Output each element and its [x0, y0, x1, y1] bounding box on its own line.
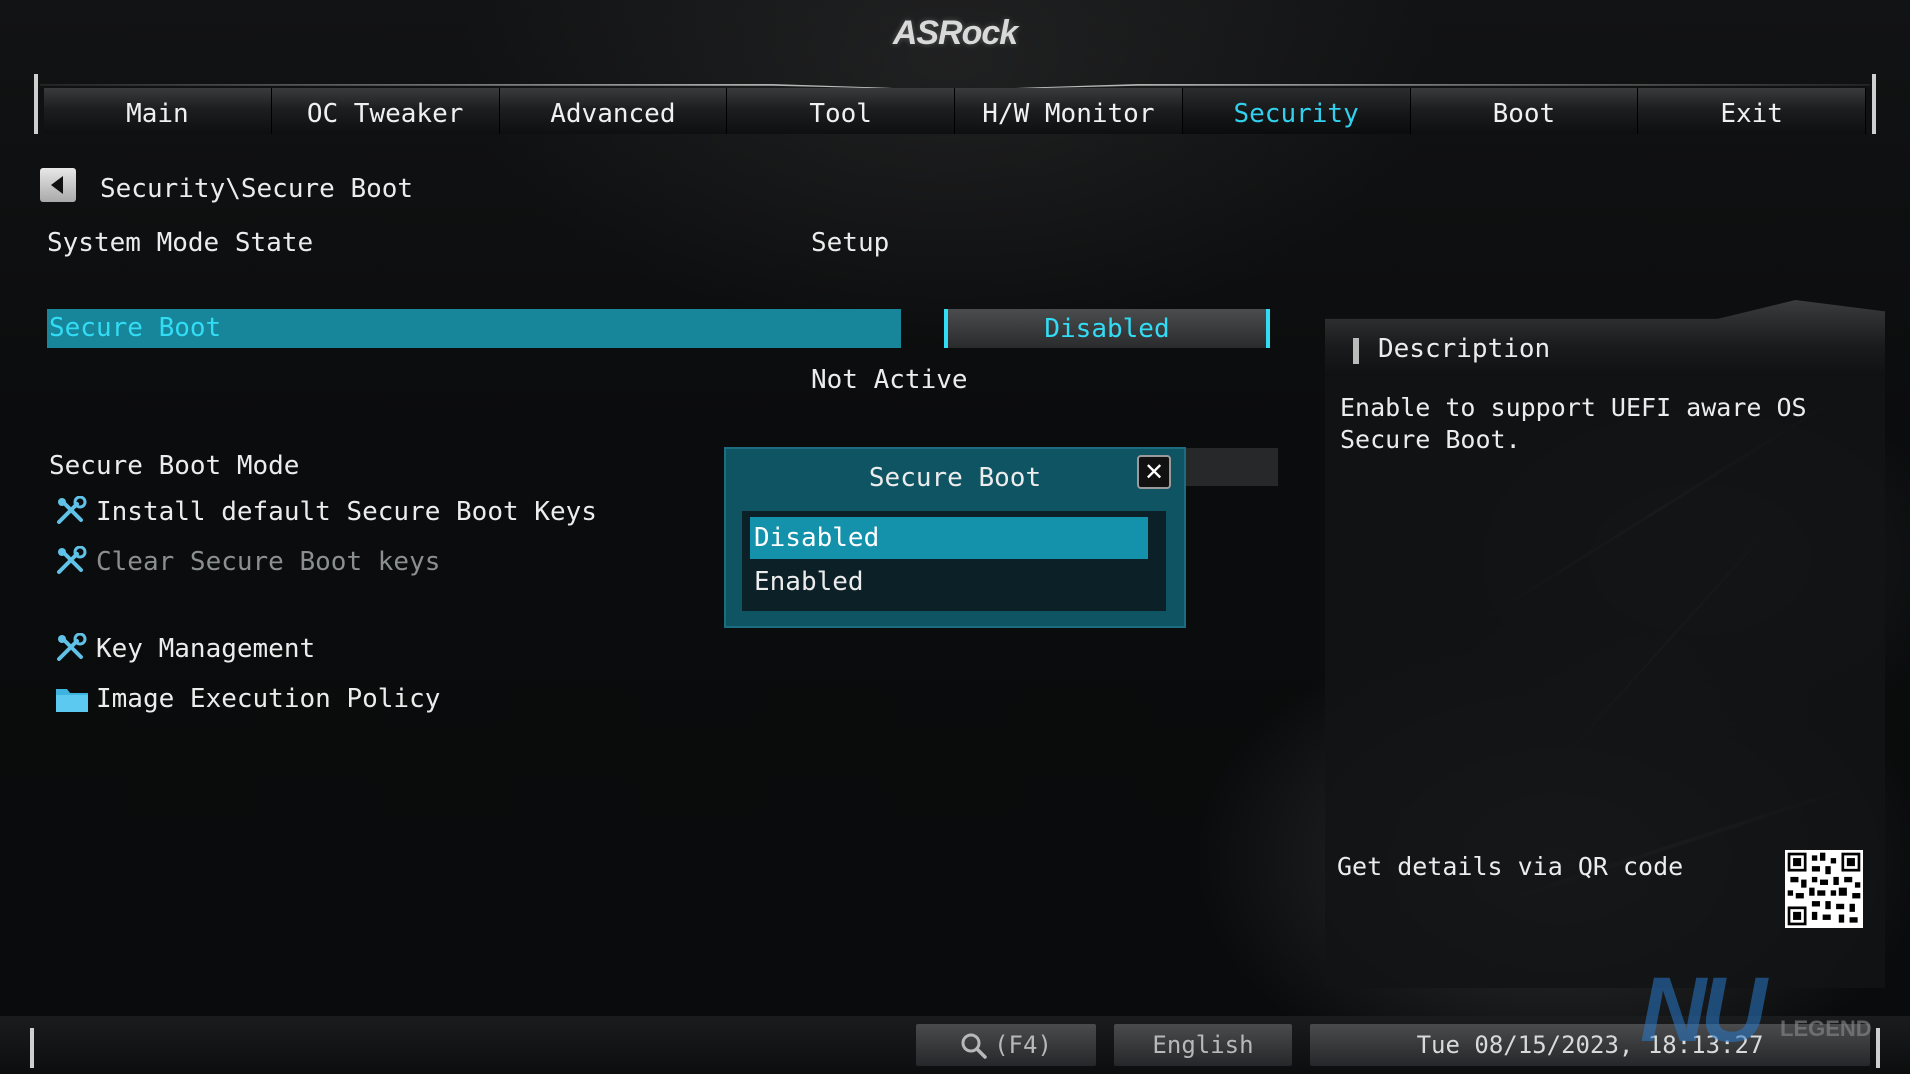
tool-icon [57, 496, 87, 524]
system-mode-value: Setup [811, 228, 890, 258]
image-execution-policy-item[interactable]: Image Execution Policy [96, 684, 440, 714]
install-default-keys-item[interactable]: Install default Secure Boot Keys [96, 497, 597, 527]
tool-icon [57, 633, 87, 661]
secure-boot-mode-label[interactable]: Secure Boot Mode [49, 451, 299, 481]
clear-secure-boot-keys-item[interactable]: Clear Secure Boot keys [96, 547, 440, 577]
tab-hw-monitor[interactable]: H/W Monitor [955, 88, 1183, 134]
secure-boot-value-button[interactable]: Disabled [944, 309, 1270, 348]
tab-advanced[interactable]: Advanced [499, 88, 728, 134]
key-management-item[interactable]: Key Management [96, 634, 315, 664]
popup-option-list: Disabled Enabled [742, 511, 1166, 611]
language-button[interactable]: English [1114, 1024, 1292, 1066]
secure-boot-popup: Secure Boot ✕ Disabled Enabled [724, 447, 1186, 628]
tab-oc-tweaker[interactable]: OC Tweaker [271, 88, 500, 134]
header: ASRock Main OC Tweaker Advanced Tool H/W… [0, 0, 1910, 140]
option-enabled[interactable]: Enabled [750, 561, 1148, 603]
system-mode-label: System Mode State [47, 228, 314, 258]
secure-boot-row[interactable]: Secure Boot [47, 309, 901, 348]
folder-icon [56, 689, 88, 712]
popup-title: Secure Boot [868, 463, 1042, 493]
option-disabled[interactable]: Disabled [750, 517, 1148, 559]
breadcrumb: Security\Secure Boot [100, 174, 414, 204]
description-bar-icon [1353, 338, 1359, 364]
secure-boot-label: Secure Boot [49, 313, 222, 343]
secure-boot-status: Not Active [811, 365, 968, 395]
qr-code-icon [1785, 850, 1863, 928]
description-title: Description [1378, 334, 1551, 364]
search-shortcut-label: (F4) [994, 1031, 1052, 1059]
tab-bar: Main OC Tweaker Advanced Tool H/W Monito… [44, 88, 1866, 134]
description-text: Enable to support UEFI aware OS Secure B… [1340, 393, 1807, 454]
tab-security[interactable]: Security [1182, 88, 1411, 134]
watermark-main: NU [1640, 959, 1767, 1061]
tabbar-right-cap [1872, 74, 1876, 134]
back-arrow-icon[interactable] [40, 168, 76, 202]
tool-icon [57, 546, 87, 574]
search-button[interactable]: (F4) [916, 1024, 1096, 1066]
search-icon [961, 1033, 987, 1059]
qr-label: Get details via QR code [1337, 852, 1684, 881]
close-icon[interactable]: ✕ [1137, 455, 1171, 489]
asrock-logo: ASRock [892, 14, 1018, 52]
watermark-sub: LEGEND [1780, 1016, 1872, 1041]
footer-left-cap [30, 1028, 34, 1068]
tabbar-left-cap [34, 74, 38, 134]
tab-main[interactable]: Main [44, 88, 272, 134]
tab-boot[interactable]: Boot [1410, 88, 1639, 134]
tab-tool[interactable]: Tool [727, 88, 955, 134]
tab-exit[interactable]: Exit [1638, 88, 1866, 134]
watermark-logo: NU LEGEND [1640, 958, 1900, 1061]
